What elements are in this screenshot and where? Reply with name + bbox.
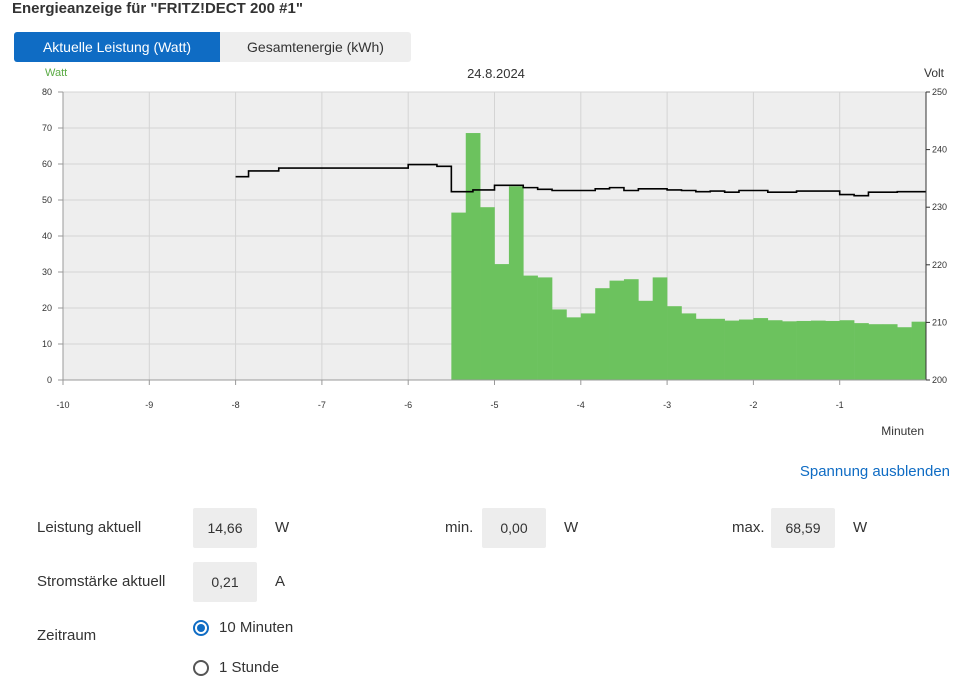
power-bar [580,313,596,380]
power-bar [595,288,610,380]
power-bar [710,318,725,380]
power-bar [623,279,639,380]
x-tick-label: -10 [56,400,69,410]
timerange-option-10min[interactable]: 10 Minuten [193,619,293,636]
power-bar [667,306,682,380]
y-tick-label: 50 [42,195,52,205]
power-bar [465,133,481,380]
toggle-voltage-link[interactable]: Spannung ausblenden [800,463,950,480]
power-current-unit: W [275,519,290,536]
y2-tick-label: 250 [932,87,947,97]
y2-tick-label: 240 [932,145,947,155]
power-min-unit: W [564,519,579,536]
y-tick-label: 80 [42,87,52,97]
power-current-value: 14,66 [193,508,257,548]
power-bar [695,318,711,380]
power-bar [681,313,697,380]
x-tick-label: -8 [232,400,240,410]
x-axis-unit: Minuten [881,424,924,438]
power-min-label: min. [445,519,474,536]
x-tick-label: -2 [749,400,757,410]
y-tick-label: 60 [42,159,52,169]
chart-date-label: 24.8.2024 [467,66,525,81]
y-tick-label: 20 [42,303,52,313]
y2-tick-label: 220 [932,260,947,270]
power-voltage-chart: 0 10 20 30 40 50 60 70 80 200 210 220 230 240 250 -10 -9… [42,66,947,438]
power-bar [638,300,654,380]
power-bar [767,320,783,380]
power-bar [854,323,869,380]
current-label: Stromstärke aktuell [37,573,166,590]
chart-tabs: Aktuelle Leistung (Watt) Gesamtenergie (… [14,32,411,62]
power-bar [810,320,826,380]
radio-unchecked-icon[interactable] [193,659,209,676]
x-tick-label: -1 [836,400,844,410]
tab-total-energy[interactable]: Gesamtenergie (kWh) [220,32,411,62]
power-current-label: Leistung aktuell [37,519,142,536]
power-max-unit: W [853,519,868,536]
power-min-value: 0,00 [482,508,546,548]
power-bar [782,321,797,380]
power-bar [652,277,668,380]
x-tick-label: -7 [318,400,326,410]
y-tick-label: 40 [42,231,52,241]
y2-tick-label: 200 [932,375,947,385]
power-bar [724,320,740,380]
power-max-value: 68,59 [771,508,835,548]
power-bar [508,186,524,380]
power-max-label: max. [732,519,765,536]
y-tick-label: 0 [47,375,52,385]
power-bar [753,318,769,380]
y-axis-right-unit: Volt [924,66,945,80]
y-tick-label: 70 [42,123,52,133]
tab-current-power[interactable]: Aktuelle Leistung (Watt) [14,32,220,62]
power-bar [897,327,912,380]
y-tick-label: 30 [42,267,52,277]
timerange-option-label: 10 Minuten [219,619,294,636]
power-bar [566,317,582,380]
power-bar [738,319,754,380]
power-bar [839,320,855,380]
power-bar [480,207,495,380]
current-value: 0,21 [193,562,257,602]
power-bar [868,324,884,380]
power-bar [911,321,927,380]
timerange-option-label: 1 Stunde [219,659,280,676]
power-bar [882,324,898,380]
x-tick-label: -5 [490,400,498,410]
x-tick-label: -9 [145,400,153,410]
timerange-label: Zeitraum [37,627,97,644]
x-tick-label: -6 [404,400,412,410]
power-bar [825,320,840,380]
power-bar [494,264,510,380]
x-tick-label: -4 [577,400,585,410]
power-bar [796,320,812,380]
power-bar [451,212,467,380]
x-tick-label: -3 [663,400,671,410]
power-bar [537,277,553,380]
timerange-option-1h[interactable]: 1 Stunde [193,659,279,676]
page-title: Energieanzeige für "FRITZ!DECT 200 #1" [12,0,303,17]
y2-tick-label: 230 [932,202,947,212]
power-bar [552,309,567,380]
power-bar [523,275,538,380]
radio-checked-icon[interactable] [193,619,209,636]
y2-tick-label: 210 [932,317,947,327]
power-bar [609,280,625,380]
y-axis-left-unit: Watt [45,67,67,79]
y-tick-label: 10 [42,339,52,349]
current-unit: A [275,573,286,590]
